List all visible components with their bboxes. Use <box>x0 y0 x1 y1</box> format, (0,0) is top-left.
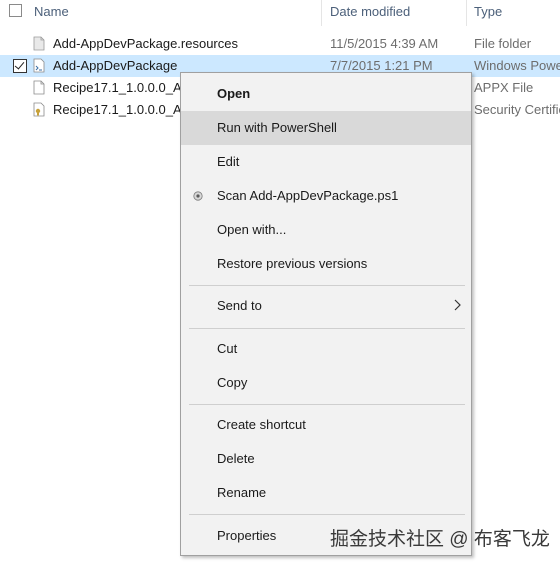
file-name: Add-AppDevPackage <box>53 58 178 73</box>
menu-separator <box>189 404 465 405</box>
menu-separator <box>189 514 465 515</box>
script-icon <box>33 58 45 73</box>
column-divider[interactable] <box>321 0 322 26</box>
menu-item-create-shortcut[interactable]: Create shortcut <box>181 408 471 442</box>
file-row-resources-folder[interactable]: Add-AppDevPackage.resources 11/5/2015 4:… <box>0 33 560 55</box>
file-date: 11/5/2015 4:39 AM <box>330 36 439 51</box>
file-type: Security Certific <box>474 102 560 117</box>
column-header: Name Date modified Type <box>0 0 560 26</box>
menu-item-label: Run with PowerShell <box>217 120 337 135</box>
menu-item-send-to[interactable]: Send to <box>181 289 471 323</box>
file-name: Add-AppDevPackage.resources <box>53 36 238 51</box>
file-type: Windows Powe <box>474 58 560 73</box>
menu-item-run-with-powershell[interactable]: Run with PowerShell <box>181 111 471 145</box>
menu-separator <box>189 285 465 286</box>
menu-separator <box>189 328 465 329</box>
column-date-modified[interactable]: Date modified <box>330 4 410 19</box>
file-icon <box>33 80 45 95</box>
menu-item-label: Cut <box>217 341 238 356</box>
file-date: 7/7/2015 1:21 PM <box>330 58 433 73</box>
menu-item-restore-previous-versions[interactable]: Restore previous versions <box>181 247 471 281</box>
menu-item-cut[interactable]: Cut <box>181 332 471 366</box>
menu-item-copy[interactable]: Copy <box>181 366 471 400</box>
menu-item-label: Open with... <box>217 222 287 237</box>
menu-item-label: Open <box>217 86 251 101</box>
menu-item-open[interactable]: Open <box>181 77 471 111</box>
menu-item-edit[interactable]: Edit <box>181 145 471 179</box>
select-all-checkbox[interactable] <box>9 4 22 17</box>
context-menu: Open Run with PowerShell Edit Scan Add-A… <box>180 72 472 556</box>
menu-item-label: Edit <box>217 154 240 169</box>
menu-item-label: Rename <box>217 485 267 500</box>
scan-icon <box>193 191 203 201</box>
file-name: Recipe17.1_1.0.0.0_Any <box>53 80 196 95</box>
menu-item-open-with[interactable]: Open with... <box>181 213 471 247</box>
menu-item-rename[interactable]: Rename <box>181 476 471 510</box>
menu-item-label: Send to <box>217 298 262 313</box>
file-type: File folder <box>474 36 532 51</box>
folder-icon <box>33 36 45 51</box>
menu-item-scan[interactable]: Scan Add-AppDevPackage.ps1 <box>181 179 471 213</box>
menu-item-label: Scan Add-AppDevPackage.ps1 <box>217 188 399 203</box>
menu-item-label: Create shortcut <box>217 417 306 432</box>
menu-item-label: Delete <box>217 451 255 466</box>
column-type[interactable]: Type <box>474 4 502 19</box>
watermark: 掘金技术社区 @ 布客飞龙 <box>330 529 550 550</box>
column-divider[interactable] <box>466 0 467 26</box>
row-checkbox[interactable] <box>13 59 27 73</box>
menu-item-delete[interactable]: Delete <box>181 442 471 476</box>
menu-item-label: Properties <box>217 528 277 543</box>
column-name[interactable]: Name <box>34 4 69 19</box>
menu-item-label: Restore previous versions <box>217 256 368 271</box>
chevron-right-icon <box>454 299 461 311</box>
certificate-icon <box>33 102 45 117</box>
file-type: APPX File <box>474 80 534 95</box>
menu-item-label: Copy <box>217 375 248 390</box>
file-name: Recipe17.1_1.0.0.0_Any <box>53 102 196 117</box>
